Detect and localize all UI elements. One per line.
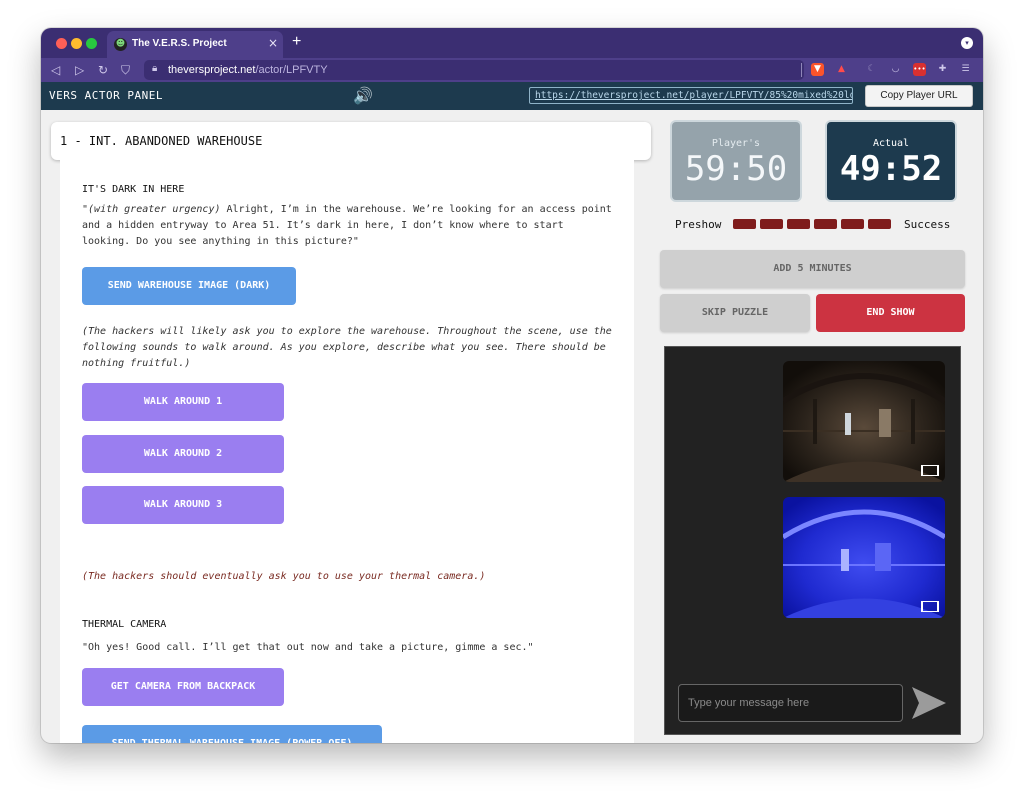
warehouse-dark-image[interactable] [783, 361, 945, 482]
add-5-minutes-button[interactable]: ADD 5 MINUTES [660, 250, 965, 288]
progress-segment [733, 219, 756, 229]
dialogue-thermal: "Oh yes! Good call. I’ll get that out no… [82, 642, 534, 653]
brave-shields-icon[interactable]: ▼ [811, 63, 824, 76]
actual-timer: Actual 49:52 [827, 122, 955, 200]
warehouse-dark-photo [783, 361, 945, 482]
url-host: theversproject.net [168, 64, 256, 76]
extension-badge-icon[interactable]: ••• [913, 63, 926, 76]
browser-toolbar: ◁ ▷ ↻ ⛉ 🔒︎ theversproject.net/actor/LPFV… [41, 58, 983, 82]
get-camera-button[interactable]: GET CAMERA FROM BACKPACK [82, 668, 284, 706]
player-timer: Player's 59:50 [672, 122, 800, 200]
scene-header: 1 - INT. ABANDONED WAREHOUSE [51, 122, 651, 160]
walk-around-2-button[interactable]: WALK AROUND 2 [82, 435, 284, 473]
progress-segment [841, 219, 864, 229]
progress-start-label: Preshow [675, 218, 722, 231]
explore-note: (The hackers will likely ask you to expl… [82, 326, 612, 369]
copy-player-url-button[interactable]: Copy Player URL [865, 85, 973, 107]
bookmark-icon[interactable]: ⛉ [121, 62, 130, 78]
address-bar[interactable]: 🔒︎ theversproject.net/actor/LPFVTY [144, 60, 804, 80]
actual-timer-value: 49:52 [839, 149, 943, 189]
panel-title: VERS ACTOR PANEL [49, 89, 163, 102]
progress-segment [814, 219, 837, 229]
tab-title: The V.E.R.S. Project [132, 38, 227, 49]
close-window-button[interactable] [56, 38, 67, 49]
urlbar-divider [801, 63, 802, 77]
brave-rewards-icon[interactable]: ▲ [835, 63, 848, 76]
player-url-link[interactable]: https://theversproject.net/player/LPFVTY… [529, 87, 853, 104]
warehouse-thermal-image[interactable] [783, 497, 945, 618]
send-dark-image-button[interactable]: SEND WAREHOUSE IMAGE (DARK) [82, 267, 296, 305]
zoom-window-button[interactable] [86, 38, 97, 49]
end-show-button[interactable]: END SHOW [816, 294, 965, 332]
warehouse-thermal-photo [783, 497, 945, 618]
walk-around-1-button[interactable]: WALK AROUND 1 [82, 383, 284, 421]
speaker-icon[interactable]: 🔊 [353, 86, 373, 105]
browser-tab[interactable]: ☻ The V.E.R.S. Project × [107, 31, 283, 58]
lock-icon: 🔒︎ [152, 63, 158, 74]
progress-segment [868, 219, 891, 229]
progress-segment [760, 219, 783, 229]
actor-panel-header: VERS ACTOR PANEL 🔊 https://theversprojec… [41, 82, 983, 110]
thermal-note: (The hackers should eventually ask you t… [82, 571, 486, 582]
send-thermal-image-button[interactable]: SEND THERMAL WAREHOUSE IMAGE (POWER OFF) [82, 725, 382, 743]
expand-icon[interactable] [921, 601, 939, 612]
browser-window: ☻ The V.E.R.S. Project × + ▾ ◁ ▷ ↻ ⛉ 🔒︎ … [41, 28, 983, 743]
minimize-window-button[interactable] [71, 38, 82, 49]
menu-icon[interactable]: ☰ [959, 63, 972, 76]
dialogue-dark: "(with greater urgency) Alright, I’m in … [82, 202, 612, 250]
player-timer-value: 59:50 [684, 149, 788, 189]
browser-titlebar: ☻ The V.E.R.S. Project × + ▾ [41, 28, 983, 58]
chat-message-input[interactable] [678, 684, 903, 722]
scene-title: 1 - INT. ABANDONED WAREHOUSE [60, 134, 263, 148]
script-panel[interactable]: IT'S DARK IN HERE "(with greater urgency… [60, 160, 634, 743]
skip-puzzle-button[interactable]: SKIP PUZZLE [660, 294, 810, 332]
expand-icon[interactable] [921, 465, 939, 476]
player-timer-label: Player's [711, 138, 761, 149]
progress-end-label: Success [904, 218, 951, 231]
tab-list-icon[interactable]: ▾ [961, 37, 973, 49]
reload-icon[interactable]: ↻ [98, 62, 108, 78]
stage-direction: (with greater urgency) [88, 204, 221, 215]
alien-favicon-icon: ☻ [114, 38, 127, 51]
moon-icon[interactable]: ☾ [865, 63, 878, 76]
pocket-icon[interactable]: ◡ [889, 63, 902, 76]
progress-segment [787, 219, 810, 229]
extensions-puzzle-icon[interactable]: ✚ [936, 63, 949, 76]
forward-icon[interactable]: ▷ [75, 62, 84, 78]
section-heading-thermal: THERMAL CAMERA [82, 619, 167, 630]
new-tab-button[interactable]: + [292, 33, 301, 51]
section-heading-dark: IT'S DARK IN HERE [82, 184, 185, 195]
back-icon[interactable]: ◁ [51, 62, 60, 78]
url-path: /actor/LPFVTY [255, 64, 328, 76]
actual-timer-label: Actual [872, 138, 910, 149]
send-icon[interactable] [909, 683, 949, 723]
walk-around-3-button[interactable]: WALK AROUND 3 [82, 486, 284, 524]
url-text: theversproject.net/actor/LPFVTY [168, 64, 328, 76]
tab-close-icon[interactable]: × [268, 36, 278, 50]
chat-panel [664, 346, 961, 735]
